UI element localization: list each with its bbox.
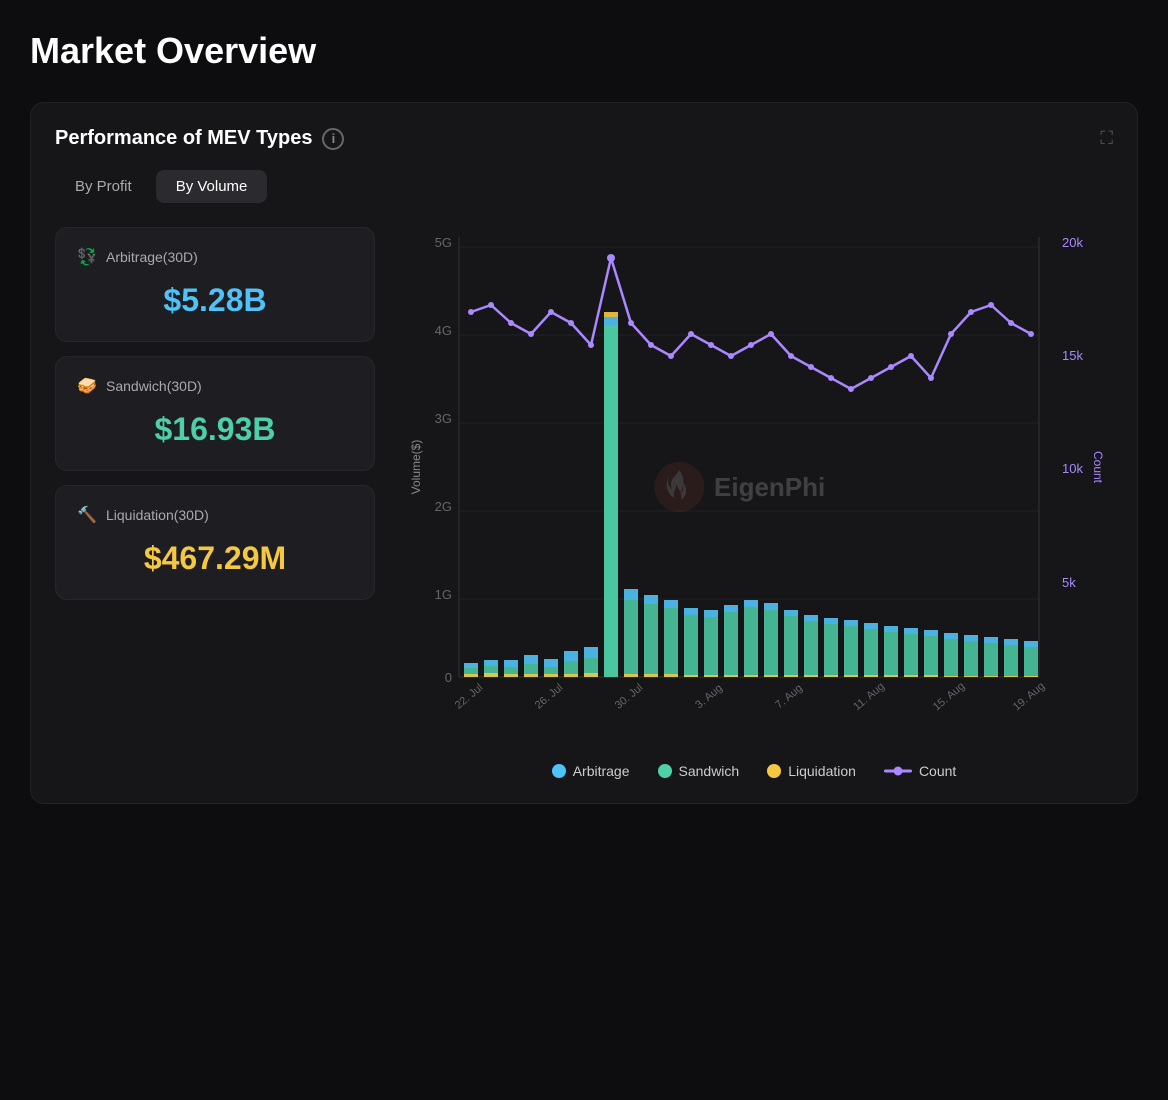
main-content: 💱 Arbitrage(30D) $5.28B 🥪 Sandwich(30D) … [55,227,1113,779]
arbitrage-icon: 💱 [76,246,98,268]
info-icon[interactable]: i [322,128,344,150]
toggle-group: By Profit By Volume [55,170,1113,203]
expand-icon[interactable]: ⛶ [1100,128,1113,149]
sandwich-icon: 🥪 [76,375,98,397]
chart-area: EigenPhi 5G 4G 3G 2G 1G 0 [395,227,1113,779]
svg-text:Volume($): Volume($) [409,440,423,495]
liquidation-label: 🔨 Liquidation(30D) [76,504,354,526]
svg-text:0: 0 [445,670,452,685]
by-volume-button[interactable]: By Volume [156,170,268,203]
sandwich-legend-dot [658,764,672,778]
sandwich-label-text: Sandwich(30D) [106,378,202,394]
count-legend-dot [893,767,902,776]
svg-text:3G: 3G [435,411,452,426]
liquidation-icon: 🔨 [76,504,98,526]
liquidation-metric-card: 🔨 Liquidation(30D) $467.29M [55,485,375,600]
chart-svg: 5G 4G 3G 2G 1G 0 Volume($) 20k 15k 10k 5… [395,227,1113,747]
arbitrage-legend-dot [552,764,566,778]
arbitrage-legend-label: Arbitrage [573,763,630,779]
svg-text:15. Aug: 15. Aug [931,680,967,713]
liquidation-label-text: Liquidation(30D) [106,507,209,523]
chart-legend: Arbitrage Sandwich Liquidation Count [395,763,1113,779]
by-profit-button[interactable]: By Profit [55,170,152,203]
liquidation-value: $467.29M [76,540,354,577]
svg-text:26. Jul: 26. Jul [533,682,566,712]
count-legend-line-icon [884,764,912,778]
sandwich-legend-label: Sandwich [679,763,740,779]
arbitrage-label: 💱 Arbitrage(30D) [76,246,354,268]
svg-text:5G: 5G [435,235,452,250]
svg-text:2G: 2G [435,499,452,514]
liquidation-legend-dot [767,764,781,778]
svg-text:4G: 4G [435,323,452,338]
svg-text:1G: 1G [435,587,452,602]
svg-text:11. Aug: 11. Aug [851,680,887,713]
card-header: Performance of MEV Types i ⛶ [55,127,1113,150]
page-title: Market Overview [30,30,1138,72]
sandwich-value: $16.93B [76,411,354,448]
arbitrage-label-text: Arbitrage(30D) [106,249,198,265]
svg-text:Count: Count [1091,451,1105,484]
svg-text:15k: 15k [1062,348,1083,363]
liquidation-legend-label: Liquidation [788,763,856,779]
svg-text:22. Jul: 22. Jul [453,682,486,712]
svg-text:20k: 20k [1062,235,1083,250]
card-title: Performance of MEV Types [55,127,312,150]
svg-text:10k: 10k [1062,461,1083,476]
legend-count: Count [884,763,956,779]
arbitrage-metric-card: 💱 Arbitrage(30D) $5.28B [55,227,375,342]
arbitrage-value: $5.28B [76,282,354,319]
chart-container: EigenPhi 5G 4G 3G 2G 1G 0 [395,227,1113,747]
main-card: Performance of MEV Types i ⛶ By Profit B… [30,102,1138,804]
svg-text:7. Aug: 7. Aug [773,682,805,711]
metrics-column: 💱 Arbitrage(30D) $5.28B 🥪 Sandwich(30D) … [55,227,375,600]
legend-arbitrage: Arbitrage [552,763,630,779]
svg-text:30. Jul: 30. Jul [613,682,646,712]
svg-text:19. Aug: 19. Aug [1011,680,1047,713]
svg-text:5k: 5k [1062,575,1076,590]
legend-liquidation: Liquidation [767,763,856,779]
count-legend-label: Count [919,763,956,779]
legend-sandwich: Sandwich [658,763,740,779]
sandwich-label: 🥪 Sandwich(30D) [76,375,354,397]
card-title-row: Performance of MEV Types i [55,127,344,150]
sandwich-metric-card: 🥪 Sandwich(30D) $16.93B [55,356,375,471]
svg-text:3. Aug: 3. Aug [693,682,725,711]
